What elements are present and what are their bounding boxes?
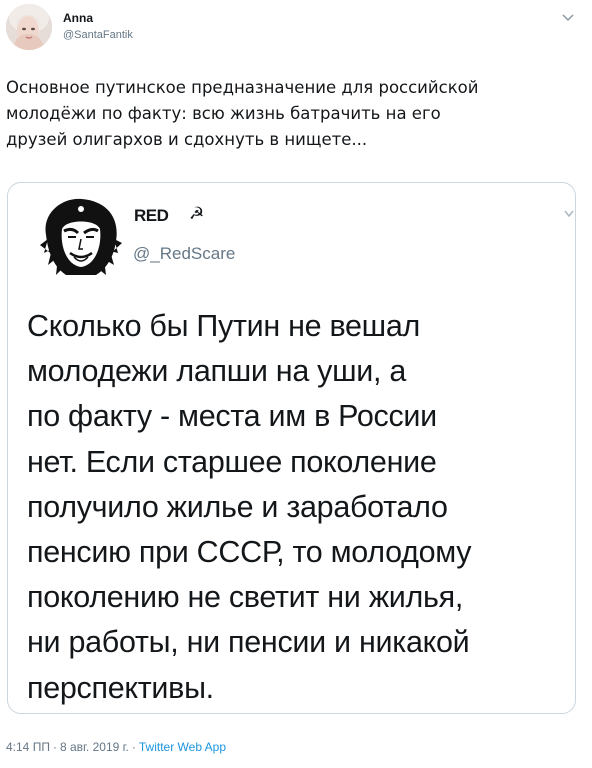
- quote-text-line: ни работы, ни пенсии и никакой: [27, 625, 470, 660]
- chevron-down-icon[interactable]: [563, 209, 575, 219]
- source-app-link[interactable]: Twitter Web App: [139, 740, 226, 754]
- quote-text-line: Сколько бы Путин не вешал: [27, 309, 421, 343]
- tweet-text-line: Основное путинское предназначение для ро…: [6, 78, 479, 97]
- quote-text-line: пенсию при СССР, то молодому: [27, 535, 472, 570]
- quote-author-handle[interactable]: @_RedScare: [133, 244, 235, 264]
- quote-text-line: нет. Если старшее поколение: [27, 444, 437, 479]
- tweet: Anna @SantaFantik Основное путинское пре…: [0, 0, 592, 768]
- author-avatar-image: [6, 4, 52, 50]
- quote-author-avatar[interactable]: [36, 195, 126, 279]
- tweet-text-line: друзей олигархов и сдохнуть в нищете...: [6, 130, 368, 149]
- tweet-text-line: молодёжи по факту: всю жизнь батрачить н…: [6, 104, 441, 123]
- author-handle[interactable]: @SantaFantik: [63, 29, 133, 41]
- tweet-date[interactable]: 8 авг. 2019 г.: [60, 740, 129, 754]
- hammer-sickle-icon: ☭: [189, 204, 205, 223]
- quote-author-name[interactable]: RED: [134, 206, 169, 226]
- quote-text-line: перспективы.: [27, 670, 214, 705]
- chevron-down-icon[interactable]: [561, 13, 575, 23]
- quote-text-line: по факту - места им в России: [27, 399, 437, 434]
- quote-text: Сколько бы Путин не вешал молодежи лапши…: [27, 304, 575, 711]
- author-name[interactable]: Anna: [63, 11, 93, 25]
- meta-separator: ·: [52, 740, 57, 754]
- quote-text-line: получило жилье и заработало: [27, 489, 448, 524]
- quote-text-line: поколению не светит ни жилья,: [27, 580, 464, 615]
- quote-text-line: молодежи лапши на уши, а: [27, 354, 407, 389]
- tweet-time[interactable]: 4:14 ПП: [6, 740, 50, 754]
- tweet-metadata: 4:14 ПП · 8 авг. 2019 г. · Twitter Web App: [6, 740, 226, 754]
- tweet-text: Основное путинское предназначение для ро…: [6, 75, 576, 153]
- author-avatar[interactable]: [6, 4, 52, 50]
- meta-separator: ·: [131, 740, 136, 754]
